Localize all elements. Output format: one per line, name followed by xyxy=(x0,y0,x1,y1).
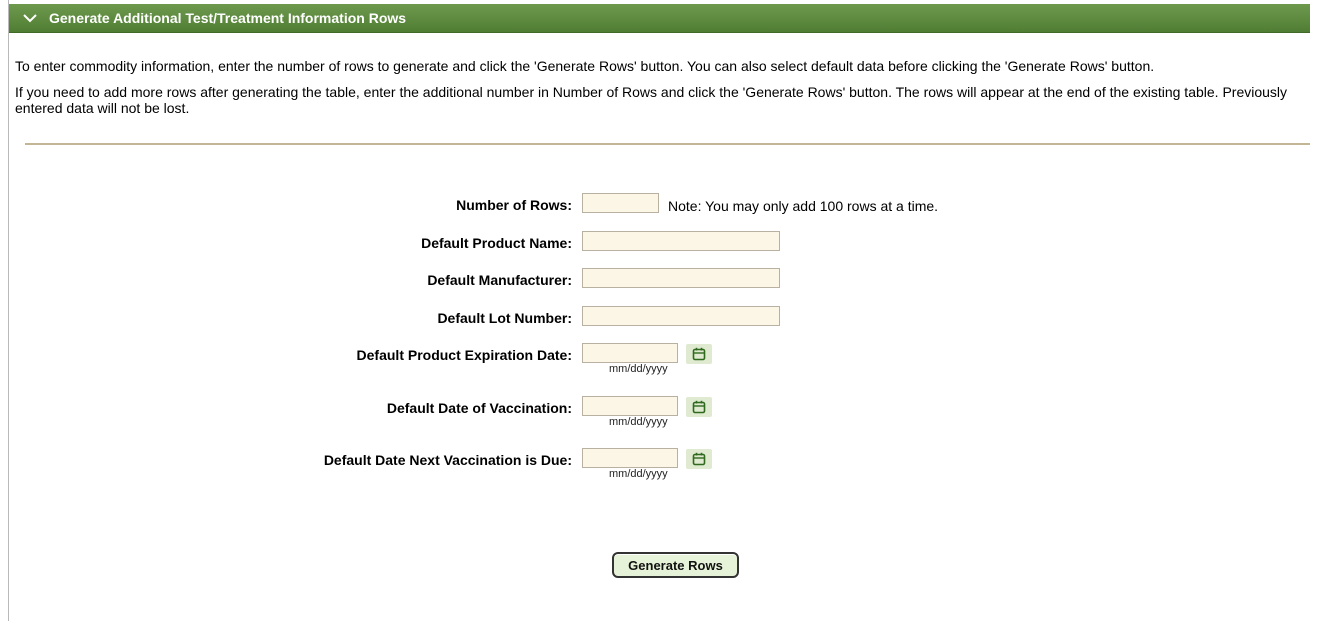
product-name-row: Default Product Name: xyxy=(9,231,1310,255)
expiration-date-input[interactable] xyxy=(582,343,678,363)
next-due-date-row: Default Date Next Vaccination is Due: mm… xyxy=(9,448,1310,480)
calendar-icon[interactable] xyxy=(686,449,712,469)
section-header[interactable]: Generate Additional Test/Treatment Infor… xyxy=(9,4,1310,33)
manufacturer-row: Default Manufacturer: xyxy=(9,268,1310,292)
date-format-hint: mm/dd/yyyy xyxy=(609,416,668,428)
section-title: Generate Additional Test/Treatment Infor… xyxy=(49,10,407,26)
chevron-down-icon[interactable] xyxy=(23,11,37,25)
number-of-rows-row: Number of Rows: Note: You may only add 1… xyxy=(9,193,1310,217)
expiration-date-label: Default Product Expiration Date: xyxy=(356,347,572,363)
number-of-rows-label: Number of Rows: xyxy=(456,197,572,213)
rows-limit-note: Note: You may only add 100 rows at a tim… xyxy=(668,198,939,214)
date-format-hint: mm/dd/yyyy xyxy=(609,363,668,375)
vaccination-date-label: Default Date of Vaccination: xyxy=(386,400,572,416)
lot-number-row: Default Lot Number: xyxy=(9,306,1310,330)
next-due-date-label: Default Date Next Vaccination is Due: xyxy=(323,452,572,468)
next-due-date-input[interactable] xyxy=(582,448,678,468)
generate-rows-button[interactable]: Generate Rows xyxy=(612,552,739,578)
instructions: To enter commodity information, enter th… xyxy=(15,58,1305,126)
vaccination-date-input[interactable] xyxy=(582,396,678,416)
vaccination-date-row: Default Date of Vaccination: mm/dd/yyyy xyxy=(9,396,1310,428)
manufacturer-label: Default Manufacturer: xyxy=(427,272,572,288)
instruction-line-2: If you need to add more rows after gener… xyxy=(15,84,1288,116)
calendar-icon[interactable] xyxy=(686,397,712,417)
manufacturer-input[interactable] xyxy=(582,268,780,288)
expiration-date-row: Default Product Expiration Date: mm/dd/y… xyxy=(9,343,1310,375)
number-of-rows-input[interactable] xyxy=(582,193,659,213)
lot-number-label: Default Lot Number: xyxy=(437,310,572,326)
date-format-hint: mm/dd/yyyy xyxy=(609,468,668,480)
product-name-input[interactable] xyxy=(582,231,780,251)
generate-rows-panel: Generate Additional Test/Treatment Infor… xyxy=(8,0,1310,621)
instruction-line-1: To enter commodity information, enter th… xyxy=(15,58,1155,74)
product-name-label: Default Product Name: xyxy=(421,235,572,251)
calendar-icon[interactable] xyxy=(686,344,712,364)
lot-number-input[interactable] xyxy=(582,306,780,326)
section-divider xyxy=(25,143,1310,145)
